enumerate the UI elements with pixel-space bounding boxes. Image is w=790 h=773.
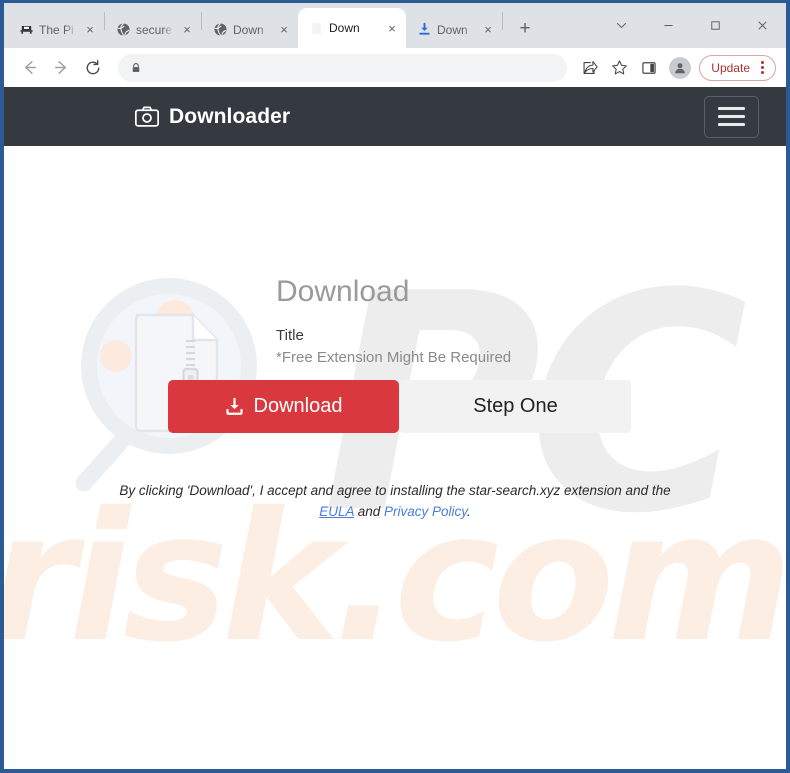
download-button-label: Download bbox=[253, 395, 343, 417]
tab-title: secure bbox=[136, 22, 173, 37]
back-arrow-icon[interactable] bbox=[14, 53, 44, 83]
browser-window: The Pi × secure × Down × Down × Down × +… bbox=[4, 3, 786, 769]
tab-title: Down bbox=[329, 21, 360, 35]
hero-text-block: Download Title *Free Extension Might Be … bbox=[276, 274, 511, 369]
browser-toolbar: Update bbox=[4, 48, 786, 87]
step-one-label: Step One bbox=[473, 395, 558, 417]
profile-avatar[interactable] bbox=[669, 56, 692, 79]
update-label: Update bbox=[711, 60, 750, 75]
disclaimer-period: . bbox=[467, 503, 471, 519]
new-tab-button[interactable]: + bbox=[511, 15, 539, 43]
page-icon bbox=[308, 20, 324, 36]
kebab-menu-icon[interactable] bbox=[753, 58, 771, 78]
browser-tab-5[interactable]: Down × bbox=[406, 11, 502, 48]
button-row: Download Step One bbox=[168, 380, 631, 433]
hamburger-menu-icon[interactable] bbox=[704, 95, 759, 138]
tab-divider bbox=[502, 12, 503, 30]
share-icon[interactable] bbox=[575, 54, 603, 82]
page-title: Download bbox=[276, 275, 410, 308]
step-one-button[interactable]: Step One bbox=[400, 380, 631, 433]
forward-arrow-icon[interactable] bbox=[46, 53, 76, 83]
globe-icon bbox=[115, 22, 131, 38]
browser-tab-3[interactable]: Down × bbox=[202, 11, 298, 48]
star-icon[interactable] bbox=[605, 54, 633, 82]
tab-close-icon[interactable]: × bbox=[179, 22, 195, 38]
maximize-button[interactable] bbox=[692, 10, 739, 42]
tab-close-icon[interactable]: × bbox=[480, 22, 496, 38]
close-window-button[interactable] bbox=[739, 10, 786, 42]
reload-icon[interactable] bbox=[78, 53, 108, 83]
browser-tab-4-active[interactable]: Down × bbox=[298, 8, 406, 48]
hero-note: *Free Extension Might Be Required bbox=[276, 349, 512, 367]
tab-close-icon[interactable]: × bbox=[82, 22, 98, 38]
browser-tab-2[interactable]: secure × bbox=[105, 11, 201, 48]
update-button[interactable]: Update bbox=[699, 54, 776, 81]
window-controls bbox=[598, 3, 786, 48]
tab-title: Down bbox=[233, 22, 264, 37]
brand: Downloader bbox=[135, 105, 290, 129]
disclaimer-text: By clicking 'Download', I accept and agr… bbox=[4, 481, 786, 523]
privacy-policy-link[interactable]: Privacy Policy bbox=[384, 504, 467, 519]
tab-close-icon[interactable]: × bbox=[276, 22, 292, 38]
hero-subtitle: Title bbox=[276, 327, 304, 344]
brand-name: Downloader bbox=[169, 104, 291, 128]
tab-close-icon[interactable]: × bbox=[384, 20, 400, 36]
tab-title: The Pi bbox=[39, 22, 74, 37]
side-panel-icon[interactable] bbox=[635, 54, 663, 82]
tab-strip: The Pi × secure × Down × Down × Down × + bbox=[4, 3, 786, 48]
minimize-button[interactable] bbox=[645, 10, 692, 42]
tab-search-chevron-down-icon[interactable] bbox=[598, 10, 645, 42]
eula-link[interactable]: EULA bbox=[319, 504, 354, 519]
lock-icon bbox=[130, 62, 142, 74]
disclaimer-conjunction: and bbox=[357, 503, 381, 519]
browser-tab-1[interactable]: The Pi × bbox=[8, 11, 104, 48]
ship-icon bbox=[18, 22, 34, 38]
address-bar[interactable] bbox=[118, 53, 568, 82]
globe-icon bbox=[212, 22, 228, 38]
camera-icon bbox=[135, 106, 159, 127]
download-icon bbox=[416, 22, 432, 38]
tab-title: Down bbox=[437, 22, 468, 37]
site-header: Downloader bbox=[4, 87, 786, 146]
disclaimer-lead: By clicking 'Download', I accept and agr… bbox=[119, 483, 671, 498]
download-tray-icon bbox=[225, 397, 244, 416]
download-button[interactable]: Download bbox=[168, 380, 399, 433]
page-viewport: PC risk.com Downloader Download Title *F… bbox=[4, 87, 786, 769]
